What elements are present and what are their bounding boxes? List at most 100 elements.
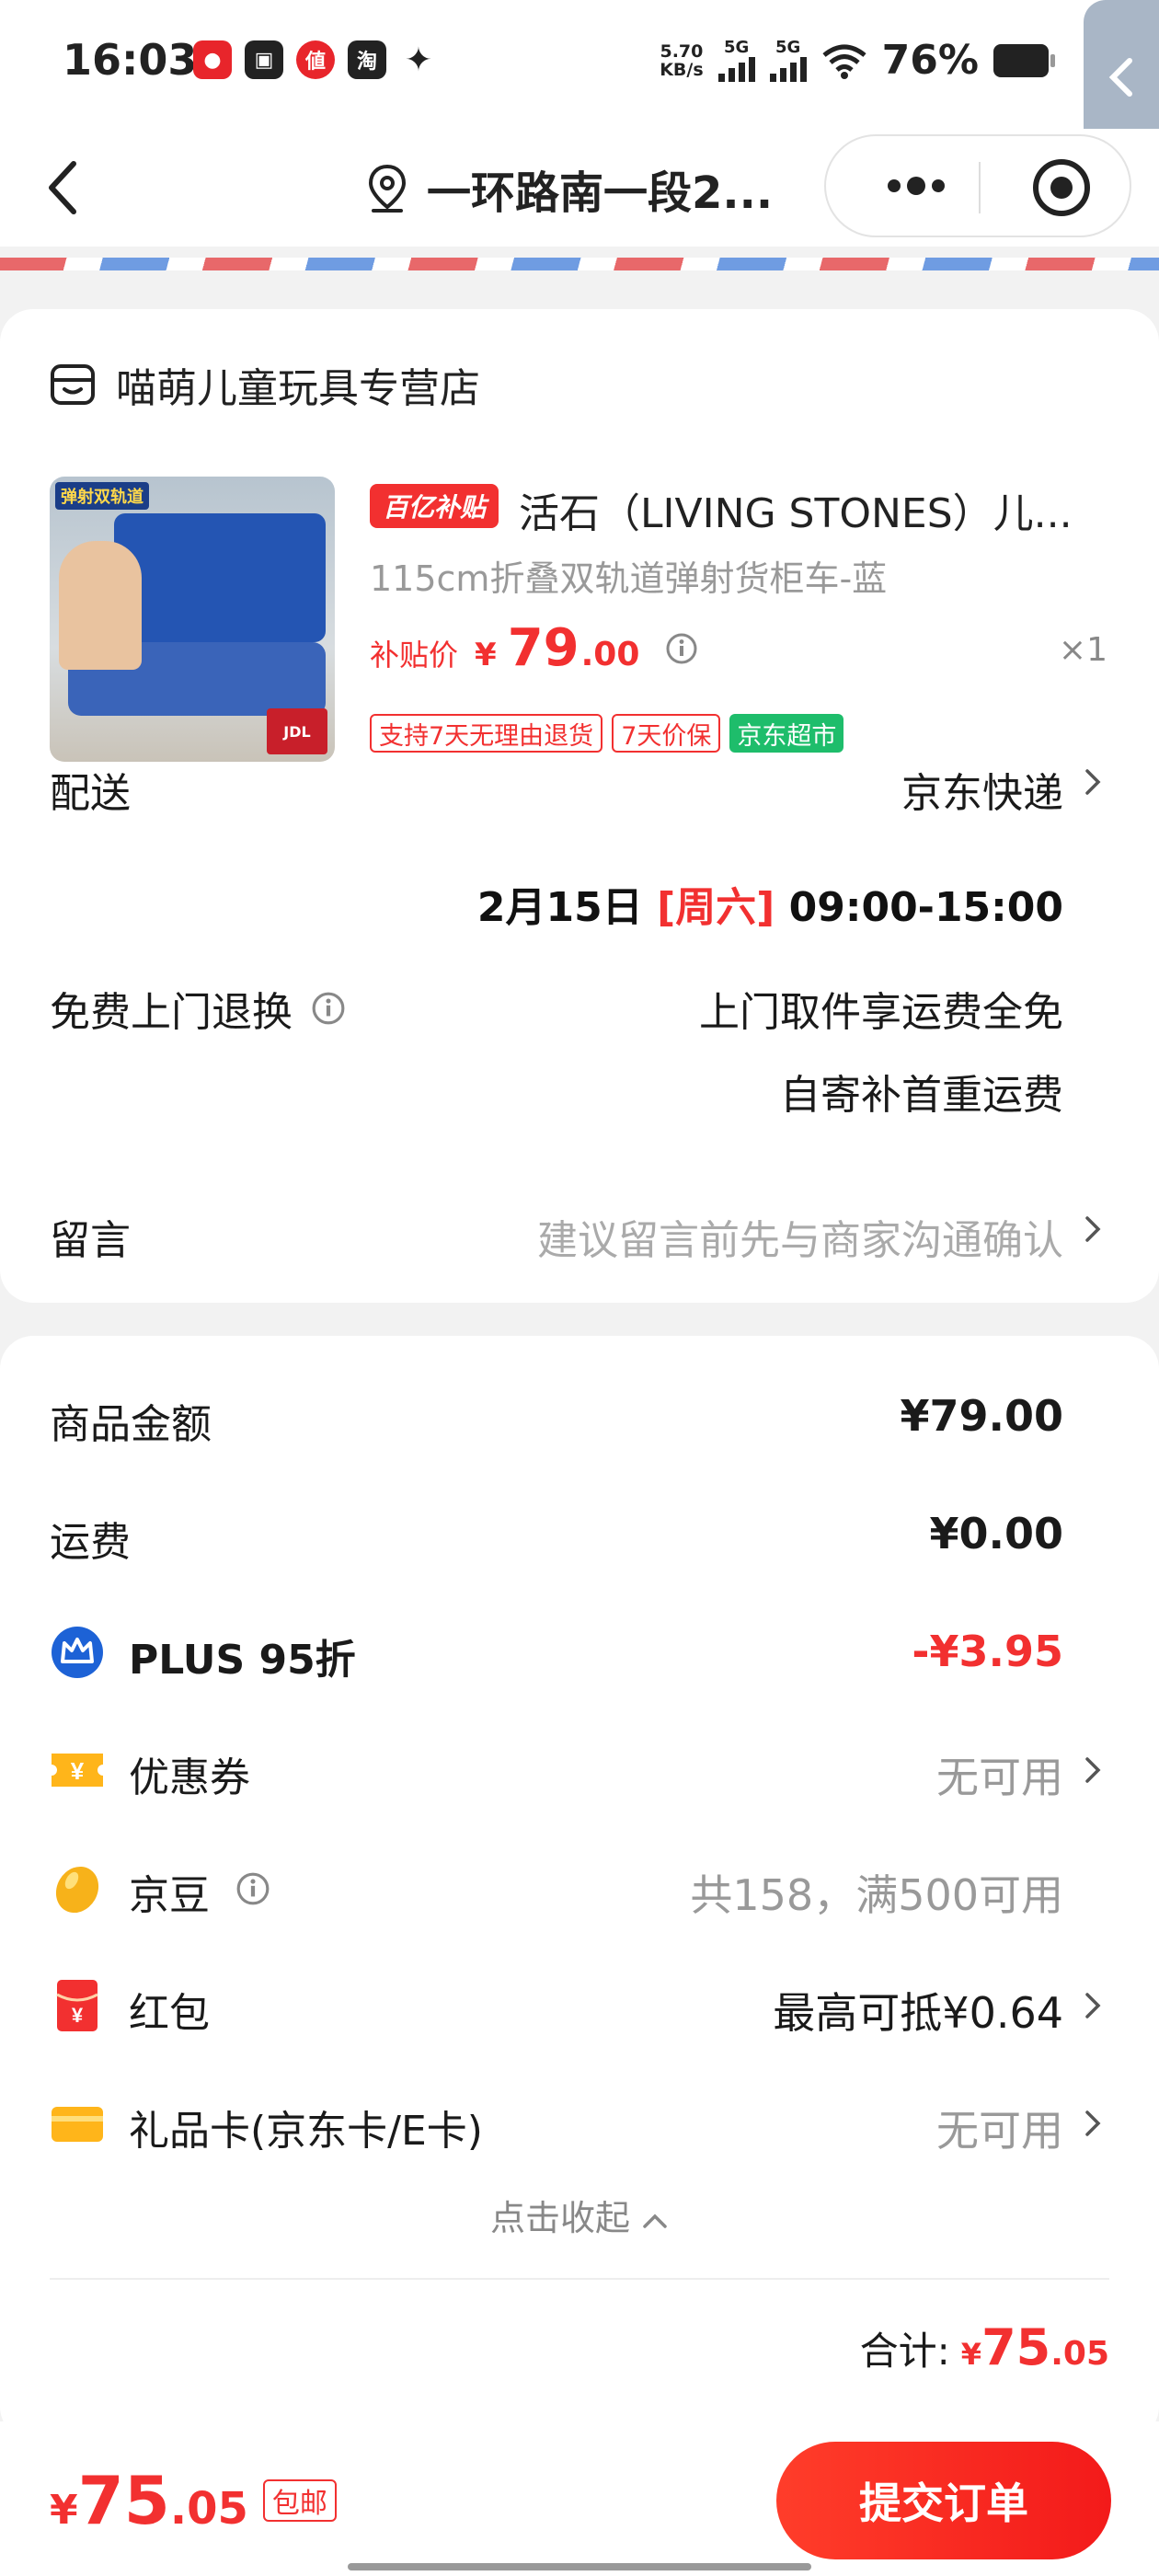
app-notification-icon: ▣ bbox=[245, 40, 283, 79]
total-row: 合计: ¥ 75 .05 bbox=[860, 2318, 1109, 2376]
badge-jd-supermarket: 京东超市 bbox=[729, 714, 844, 753]
returns-line2: 自寄补首重运费 bbox=[780, 1072, 1063, 1119]
shop-icon bbox=[51, 364, 95, 405]
product-image-child bbox=[59, 541, 142, 670]
total-decimal: .05 bbox=[1050, 2335, 1109, 2373]
hongbao-value: 最高可抵¥0.64 bbox=[773, 1988, 1063, 2038]
coupon-icon: ¥ bbox=[52, 1754, 103, 1787]
returns-line1: 上门取件享运费全免 bbox=[699, 989, 1063, 1036]
price-summary-card: 商品金额 ¥79.00 运费 ¥0.00 PLUS 95折 -¥3.95 ¥ 优… bbox=[0, 1336, 1159, 2440]
address-selector[interactable]: 一环路南一段2... bbox=[366, 156, 773, 221]
shop-name: 喵萌儿童玩具专营店 bbox=[116, 365, 480, 412]
app-notification-icon: 値 bbox=[296, 40, 335, 79]
submit-order-button[interactable]: 提交订单 bbox=[776, 2442, 1111, 2559]
quantity: ×1 bbox=[1058, 631, 1107, 669]
red-envelope-icon: ¥ bbox=[56, 1980, 98, 2031]
status-indicators: 5.70 KB/s 5G 5G 76% bbox=[660, 37, 1055, 84]
plus-discount-value: -¥3.95 bbox=[912, 1627, 1063, 1676]
product-image[interactable]: 弹射双轨道 JDL bbox=[50, 477, 335, 762]
chevron-right-icon bbox=[1085, 1216, 1101, 1242]
close-miniprogram-button[interactable] bbox=[1030, 156, 1093, 219]
svg-text:¥: ¥ bbox=[71, 1757, 85, 1785]
hongbao-row[interactable]: ¥ 红包 最高可抵¥0.64 bbox=[0, 1969, 1159, 2042]
product-title[interactable]: 活石（LIVING STONES）儿... bbox=[519, 480, 1107, 539]
coupon-label: 优惠券 bbox=[129, 1754, 250, 1801]
capsule-divider bbox=[979, 162, 981, 213]
delivery-time[interactable]: 2月15日 [周六] 09:00-15:00 bbox=[477, 874, 1063, 933]
back-button[interactable] bbox=[33, 155, 99, 221]
chevron-up-icon bbox=[643, 2214, 667, 2228]
envelope-stripe bbox=[0, 258, 1159, 270]
info-icon[interactable] bbox=[665, 632, 698, 665]
coupon-row[interactable]: ¥ 优惠券 无可用 bbox=[0, 1733, 1159, 1807]
app-notification-icon: ● bbox=[193, 40, 232, 79]
message-input[interactable]: 建议留言前先与商家沟通确认 bbox=[537, 1207, 1063, 1266]
shop-row[interactable]: 喵萌儿童玩具专营店 bbox=[50, 355, 480, 414]
jingdou-value: 共158，满500可用 bbox=[690, 1870, 1063, 1920]
target-close-icon bbox=[1033, 159, 1090, 216]
message-label: 留言 bbox=[50, 1217, 131, 1264]
collapse-toggle[interactable]: 点击收起 bbox=[0, 2190, 1159, 2240]
product-image-truck bbox=[114, 513, 326, 642]
more-button[interactable] bbox=[870, 156, 962, 215]
status-bar: 16:03 ● ▣ 値 淘 ✦ 5.70 KB/s 5G 5G 76% bbox=[0, 0, 1159, 155]
wifi-icon bbox=[822, 44, 866, 79]
checkout-price-integer: 75 bbox=[77, 2462, 170, 2539]
total-integer: 75 bbox=[981, 2318, 1051, 2376]
svg-text:¥: ¥ bbox=[72, 2004, 84, 2027]
giftcard-value: 无可用 bbox=[936, 2106, 1063, 2156]
miniprogram-capsule bbox=[824, 134, 1131, 237]
service-badges: 支持7天无理由退货 7天价保 京东超市 bbox=[370, 714, 844, 753]
total-label: 合计: bbox=[859, 2329, 950, 2374]
hongbao-label: 红包 bbox=[129, 1990, 210, 2037]
app-notification-icon: 淘 bbox=[348, 40, 386, 79]
coupon-value: 无可用 bbox=[936, 1753, 1063, 1802]
checkout-bar: ¥ 75 .05 包邮 提交订单 bbox=[0, 2421, 1159, 2576]
goods-amount-label: 商品金额 bbox=[50, 1401, 212, 1448]
goods-amount-value: ¥79.00 bbox=[900, 1391, 1063, 1441]
checkout-price-decimal: .05 bbox=[169, 2483, 248, 2535]
jingdou-row: 京豆 共158，满500可用 bbox=[0, 1851, 1159, 1925]
total-symbol: ¥ bbox=[960, 2337, 982, 2372]
nav-bar: 一环路南一段2... bbox=[0, 129, 1159, 247]
price-label: 补贴价 bbox=[370, 638, 459, 673]
location-pin-icon bbox=[368, 164, 407, 213]
notification-icons: ● ▣ 値 淘 ✦ bbox=[193, 40, 438, 79]
shipping-label: 运费 bbox=[50, 1519, 131, 1566]
goods-amount-row: 商品金额 ¥79.00 bbox=[0, 1380, 1159, 1454]
price-symbol: ¥ bbox=[475, 637, 497, 673]
giftcard-label: 礼品卡(京东卡/E卡) bbox=[129, 2108, 483, 2155]
product-spec: 115cm折叠双轨道弹射货柜车-蓝 bbox=[370, 558, 888, 599]
battery-percent: 76% bbox=[881, 37, 979, 84]
checkout-price: ¥ 75 .05 包邮 bbox=[50, 2462, 337, 2539]
delivery-method[interactable]: 京东快递 bbox=[901, 760, 1063, 819]
chevron-right-icon bbox=[1085, 2110, 1101, 2136]
delivery-label: 配送 bbox=[50, 770, 131, 817]
shipping-value: ¥0.00 bbox=[929, 1509, 1063, 1558]
chevron-right-icon bbox=[1085, 1757, 1101, 1783]
jingdou-label: 京豆 bbox=[129, 1872, 210, 1919]
badge-7day-return: 支持7天无理由退货 bbox=[370, 714, 603, 753]
jdl-badge: JDL bbox=[267, 708, 327, 754]
signal-icon: 5G bbox=[717, 39, 755, 82]
subsidy-tag: 百亿补贴 bbox=[370, 484, 499, 528]
info-icon[interactable] bbox=[235, 1871, 270, 1906]
accessibility-icon: ✦ bbox=[404, 40, 433, 79]
status-time: 16:03 bbox=[63, 35, 198, 85]
shipping-row: 运费 ¥0.00 bbox=[0, 1498, 1159, 1571]
home-indicator[interactable] bbox=[348, 2563, 811, 2570]
free-shipping-badge: 包邮 bbox=[262, 2479, 337, 2522]
battery-icon bbox=[993, 43, 1055, 77]
address-text: 一环路南一段2... bbox=[427, 167, 774, 219]
order-card: 喵萌儿童玩具专营店 弹射双轨道 JDL 百亿补贴 活石（LIVING STONE… bbox=[0, 309, 1159, 1303]
info-icon[interactable] bbox=[311, 991, 346, 1026]
product-image-banner: 弹射双轨道 bbox=[55, 482, 149, 510]
divider bbox=[50, 2278, 1109, 2280]
price-row: 补贴价 ¥ 79 .00 bbox=[370, 618, 698, 678]
signal-icon: 5G bbox=[769, 39, 807, 82]
badge-price-protect: 7天价保 bbox=[612, 714, 721, 753]
price-decimal: .00 bbox=[580, 636, 640, 673]
giftcard-row[interactable]: 礼品卡(京东卡/E卡) 无可用 bbox=[0, 2087, 1159, 2160]
gift-card-icon bbox=[52, 2107, 103, 2142]
plus-discount-row: PLUS 95折 -¥3.95 bbox=[0, 1616, 1159, 1689]
